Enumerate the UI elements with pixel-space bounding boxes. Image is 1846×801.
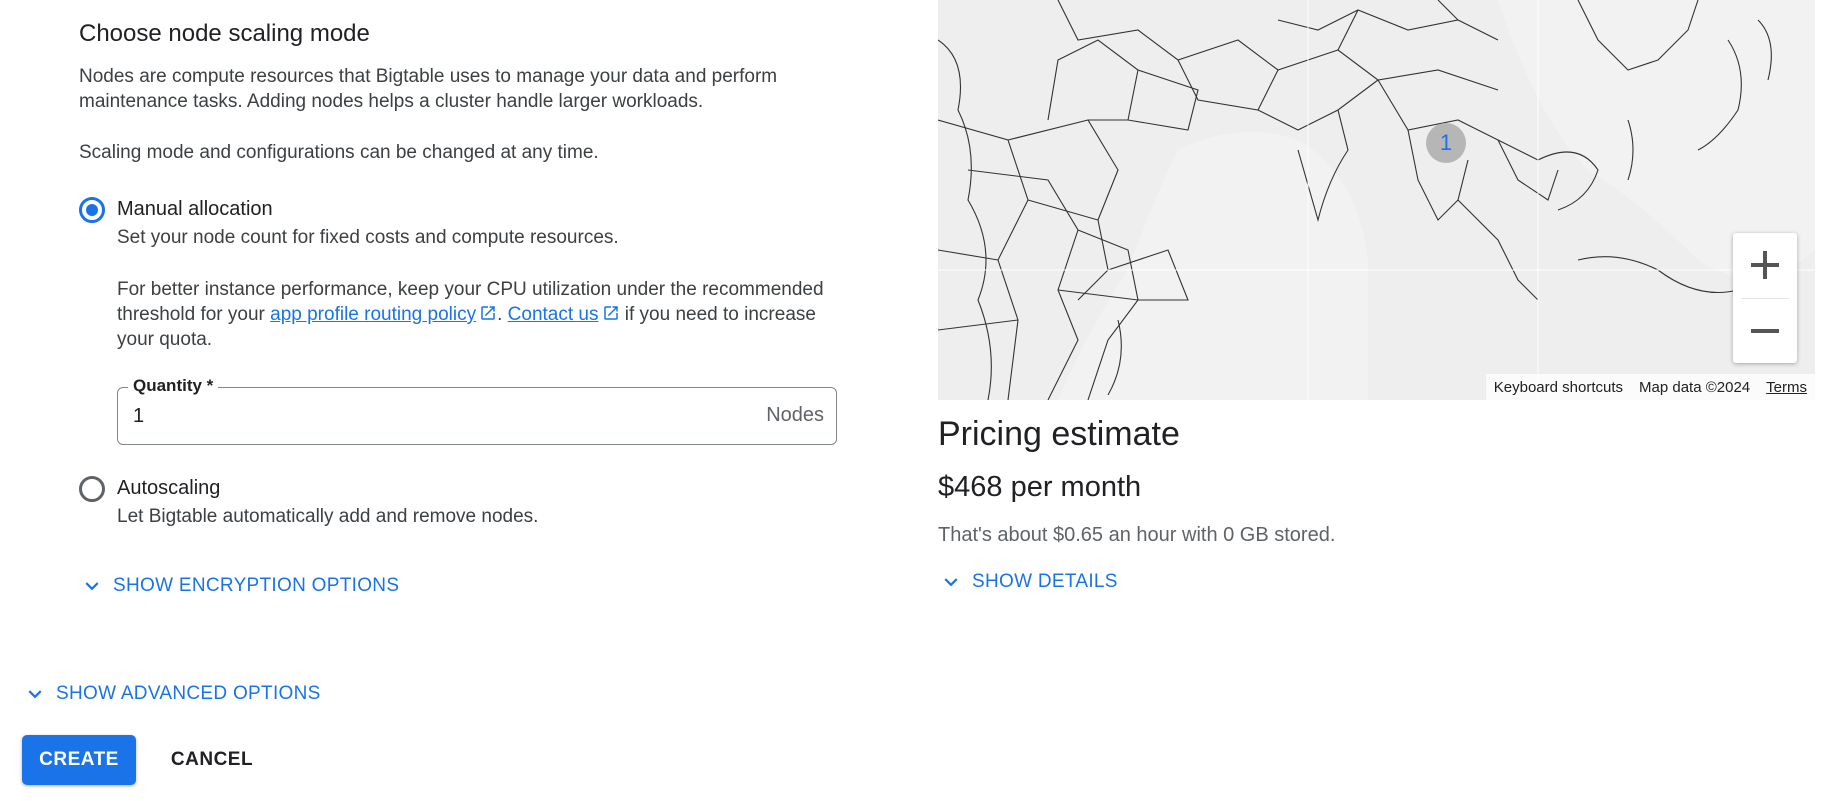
show-advanced-options-toggle[interactable]: SHOW ADVANCED OPTIONS (22, 681, 321, 707)
cancel-button[interactable]: CANCEL (160, 735, 264, 785)
create-button[interactable]: CREATE (22, 735, 136, 785)
map-cluster-marker[interactable]: 1 (1426, 123, 1466, 163)
manual-allocation-sublabel: Set your node count for fixed costs and … (117, 227, 619, 248)
chevron-down-icon (85, 582, 99, 591)
performance-note: For better instance performance, keep yo… (117, 277, 837, 352)
scaling-change-note: Scaling mode and configurations can be c… (79, 142, 599, 163)
show-advanced-options-label: SHOW ADVANCED OPTIONS (56, 683, 321, 704)
zoom-controls (1733, 233, 1797, 363)
quantity-suffix: Nodes (766, 404, 824, 426)
contact-us-link[interactable]: Contact us (508, 304, 599, 325)
chevron-down-icon (28, 690, 42, 699)
scaling-mode-title: Choose node scaling mode (79, 20, 370, 47)
zoom-out-button[interactable] (1733, 299, 1797, 363)
external-link-icon (481, 306, 495, 320)
map-geography (938, 0, 1815, 400)
map-data-label: Map data ©2024 (1639, 378, 1751, 396)
performance-note-separator: . (497, 304, 503, 325)
quantity-field[interactable]: Quantity * Nodes (117, 376, 837, 445)
pricing-estimate-title: Pricing estimate (938, 415, 1180, 453)
app-profile-routing-policy-link[interactable]: app profile routing policy (270, 304, 476, 325)
manual-allocation-radio[interactable] (79, 197, 105, 223)
zoom-in-button[interactable] (1733, 233, 1797, 297)
show-details-label: SHOW DETAILS (972, 571, 1118, 592)
show-encryption-options-toggle[interactable]: SHOW ENCRYPTION OPTIONS (79, 573, 399, 599)
map-attribution: Keyboard shortcuts Map data ©2024 Terms (1485, 374, 1815, 400)
quantity-label: Quantity * (128, 376, 219, 396)
chevron-down-icon (944, 578, 958, 587)
autoscaling-label[interactable]: Autoscaling (117, 477, 220, 500)
scaling-description: Nodes are compute resources that Bigtabl… (79, 66, 778, 112)
terms-link[interactable]: Terms (1766, 379, 1807, 396)
autoscaling-sublabel: Let Bigtable automatically add and remov… (117, 506, 539, 527)
pricing-hourly-detail: That's about $0.65 an hour with 0 GB sto… (938, 524, 1336, 546)
external-link-icon (603, 306, 618, 320)
show-encryption-options-label: SHOW ENCRYPTION OPTIONS (113, 575, 400, 596)
show-details-toggle[interactable]: SHOW DETAILS (938, 569, 1118, 595)
autoscaling-radio[interactable] (79, 476, 105, 502)
location-map[interactable]: 1 Keyboard shortcuts Map data ©2024 Term… (938, 0, 1815, 400)
quantity-input[interactable] (133, 402, 693, 430)
pricing-monthly-price: $468 per month (938, 471, 1142, 503)
keyboard-shortcuts-link[interactable]: Keyboard shortcuts (1494, 379, 1623, 396)
minus-icon (1751, 329, 1779, 333)
plus-icon (1751, 251, 1779, 279)
manual-allocation-label[interactable]: Manual allocation (117, 198, 273, 221)
